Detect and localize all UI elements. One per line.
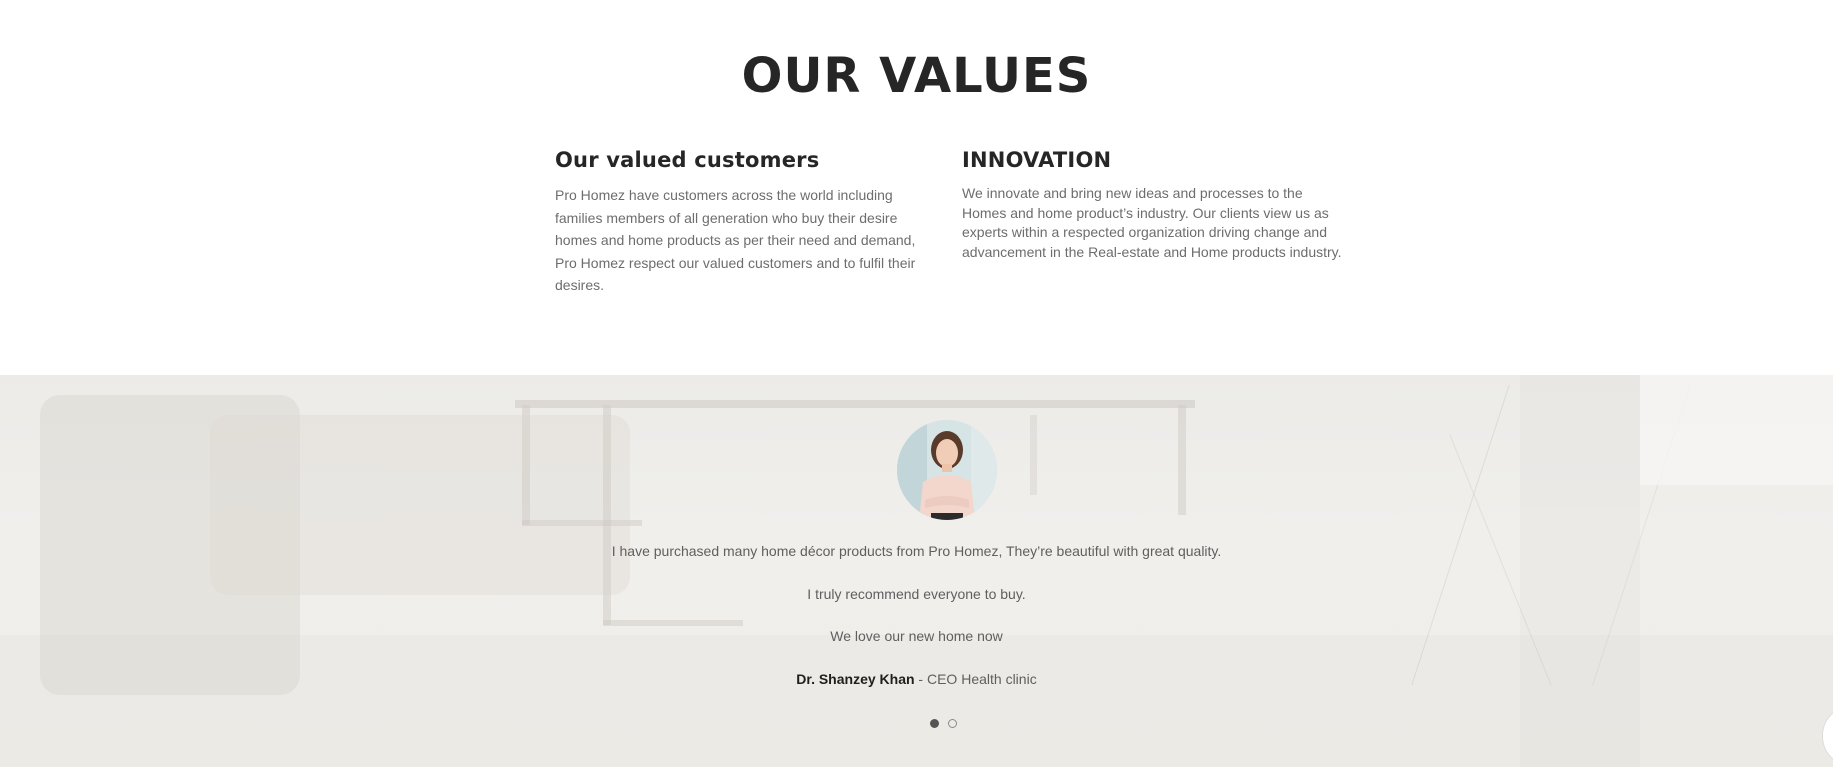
testimonial-quote-line: We love our new home now xyxy=(830,628,1003,644)
author-name: Dr. Shanzey Khan xyxy=(796,671,915,687)
value-heading: INNOVATION xyxy=(962,148,1112,172)
testimonial-section: I have purchased many home décor product… xyxy=(0,375,1833,767)
value-column-innovation: INNOVATION We innovate and bring new ide… xyxy=(962,148,1342,262)
our-values-section: OUR VALUES Our valued customers Pro Home… xyxy=(0,0,1833,375)
avatar-photo-icon xyxy=(897,420,997,520)
author-role: - CEO Health clinic xyxy=(914,671,1037,687)
avatar xyxy=(897,420,997,520)
testimonial-quote-line: I have purchased many home décor product… xyxy=(611,543,1222,559)
value-text: Pro Homez have customers across the worl… xyxy=(555,187,916,293)
testimonial-quote-line: I truly recommend everyone to buy. xyxy=(807,586,1026,602)
value-heading: Our valued customers xyxy=(555,148,820,172)
testimonial-author: Dr. Shanzey Khan - CEO Health clinic xyxy=(0,671,1833,687)
section-title: OUR VALUES xyxy=(741,48,1092,104)
value-text: We innovate and bring new ideas and proc… xyxy=(962,185,1342,260)
carousel-pagination xyxy=(930,719,957,728)
carousel-dot-2[interactable] xyxy=(948,719,957,728)
value-column-customers: Our valued customers Pro Homez have cust… xyxy=(555,148,933,297)
carousel-dot-1[interactable] xyxy=(930,719,939,728)
